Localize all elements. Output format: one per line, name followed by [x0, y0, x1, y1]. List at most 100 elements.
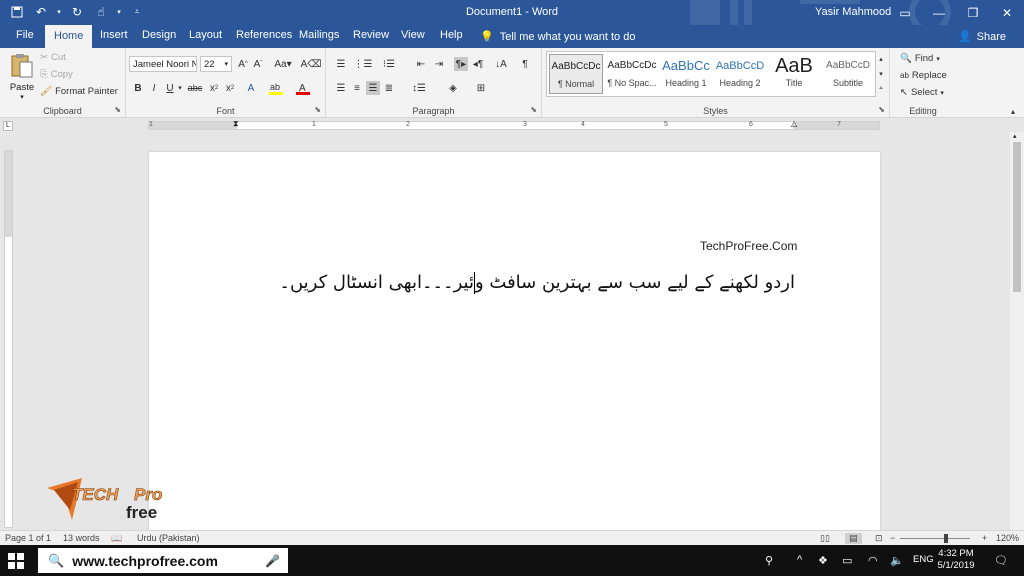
increase-indent-icon[interactable]: ⇥ [432, 57, 446, 71]
tab-home[interactable]: Home [45, 25, 93, 48]
input-language[interactable]: ENG [913, 554, 934, 565]
web-layout-icon[interactable]: ⊡ [875, 533, 883, 544]
indent-marker-icon[interactable]: ⧗ [233, 119, 239, 129]
collapse-ribbon-icon[interactable]: ▴ [1006, 104, 1020, 118]
people-icon[interactable]: ⚲ [765, 554, 773, 567]
ltr-icon[interactable]: ¶▸ [454, 57, 468, 71]
styles-scroll-up-icon[interactable]: ▴ [874, 52, 888, 66]
paste-button[interactable]: Paste ▾ [8, 53, 36, 101]
restore-icon[interactable]: ❐ [956, 0, 990, 25]
zoom-slider-thumb[interactable] [944, 534, 948, 543]
taskbar-search[interactable]: 🔍 www.techprofree.com 🎤 [38, 548, 288, 573]
tab-mailings[interactable]: Mailings [299, 29, 339, 41]
tab-review[interactable]: Review [353, 29, 389, 41]
page-count[interactable]: Page 1 of 1 [5, 533, 51, 543]
wifi-icon[interactable]: ◠ [868, 554, 878, 567]
bullets-icon[interactable]: ☰ [334, 57, 348, 71]
language-status[interactable]: Urdu (Pakistan) [137, 533, 200, 543]
vertical-scrollbar[interactable]: ▴ [1010, 132, 1024, 530]
tray-expand-icon[interactable]: ^ [797, 554, 802, 566]
right-indent-marker-icon[interactable]: △ [791, 119, 797, 128]
superscript-icon[interactable]: x2 [223, 81, 237, 95]
tab-view[interactable]: View [401, 29, 425, 41]
italic-icon[interactable]: I [147, 81, 161, 95]
document-page[interactable]: TechProFree.Com اردو لکھنے کے لیے سب سے … [149, 152, 880, 532]
styles-scroll-down-icon[interactable]: ▾ [874, 67, 888, 81]
style-subtitle[interactable]: AaBbCcD Subtitle [821, 54, 875, 94]
ribbon-display-icon[interactable]: ▭ [888, 0, 922, 25]
line-spacing-icon[interactable]: ↕☰ [412, 81, 426, 95]
highlight-icon[interactable]: ab [269, 81, 283, 95]
style-title[interactable]: AaB Title [767, 54, 821, 94]
proofing-icon[interactable]: 📖 [111, 533, 122, 544]
horizontal-ruler[interactable]: 1 1 2 3 4 5 6 7 ⧗ △ [148, 119, 880, 130]
format-painter-button[interactable]: 🖌 Format Painter [40, 86, 118, 97]
clock[interactable]: 4:32 PM 5/1/2019 [936, 548, 976, 572]
numbering-icon[interactable]: ⋮☰ [354, 57, 373, 71]
sort-icon[interactable]: ↓A [494, 57, 508, 71]
style-no-spacing[interactable]: AaBbCcDc ¶ No Spac... [605, 54, 659, 94]
style-heading-1[interactable]: AaBbCc Heading 1 [659, 54, 713, 94]
align-center-icon[interactable]: ≡ [350, 81, 364, 95]
underline-dropdown-icon[interactable]: ▾ [173, 81, 187, 95]
tab-layout[interactable]: Layout [189, 29, 222, 41]
find-button[interactable]: 🔍 Find ▾ [900, 53, 940, 64]
microphone-icon[interactable]: 🎤 [265, 554, 280, 568]
clipboard-launcher-icon[interactable]: ⬊ [114, 105, 121, 114]
battery-icon[interactable]: ▭ [842, 554, 852, 567]
word-count[interactable]: 13 words [63, 533, 100, 543]
tab-help[interactable]: Help [440, 29, 463, 41]
copy-button[interactable]: ⎘ Copy [40, 69, 73, 80]
zoom-slider[interactable] [900, 538, 970, 539]
clear-formatting-icon[interactable]: A⌫ [301, 57, 322, 71]
shading-icon[interactable]: ◈ [446, 81, 460, 95]
show-marks-icon[interactable]: ¶ [518, 57, 532, 71]
replace-button[interactable]: ab Replace [900, 70, 947, 81]
bold-icon[interactable]: B [131, 81, 145, 95]
font-name-box[interactable]: Jameel Noori N▾ [129, 56, 197, 72]
tab-file[interactable]: File [16, 29, 34, 41]
vertical-ruler[interactable] [4, 150, 13, 528]
print-layout-icon[interactable]: ▤ [845, 533, 862, 544]
zoom-in-icon[interactable]: + [982, 533, 987, 543]
read-mode-icon[interactable]: ▯▯ [820, 533, 830, 544]
urdu-text-line[interactable]: اردو لکھنے کے لیے سب سے بہترین سافٹ وئیر… [279, 272, 795, 294]
font-launcher-icon[interactable]: ⬊ [314, 105, 321, 114]
shrink-font-icon[interactable]: Aˇ [251, 57, 265, 71]
justify-icon[interactable]: ≣ [382, 81, 396, 95]
tab-selector-icon[interactable]: L [3, 121, 13, 131]
select-button[interactable]: ↖ Select ▾ [900, 87, 944, 98]
dropbox-icon[interactable]: ❖ [818, 554, 828, 567]
volume-icon[interactable]: 🔈 [890, 554, 904, 567]
tell-me-box[interactable]: 💡 Tell me what you want to do [480, 30, 635, 44]
strikethrough-icon[interactable]: abc [186, 81, 204, 95]
align-left-icon[interactable]: ☰ [334, 81, 348, 95]
paste-dropdown-icon[interactable]: ▾ [8, 93, 36, 101]
decrease-indent-icon[interactable]: ⇤ [414, 57, 428, 71]
windows-start-icon[interactable] [8, 553, 24, 569]
align-right-icon[interactable]: ☰ [366, 81, 380, 95]
borders-icon[interactable]: ⊞ [474, 81, 488, 95]
zoom-out-icon[interactable]: − [890, 533, 895, 543]
close-icon[interactable]: ✕ [990, 0, 1024, 25]
style-normal[interactable]: AaBbCcDc ¶ Normal [549, 54, 603, 94]
share-button[interactable]: 👤 Share [958, 30, 1006, 44]
styles-launcher-icon[interactable]: ⬊ [878, 105, 885, 114]
change-case-icon[interactable]: Aa▾ [273, 57, 293, 71]
paragraph-launcher-icon[interactable]: ⬊ [530, 105, 537, 114]
minimize-icon[interactable]: — [922, 0, 956, 25]
subscript-icon[interactable]: x2 [207, 81, 221, 95]
text-effects-icon[interactable]: A [244, 81, 258, 95]
rtl-icon[interactable]: ◂¶ [471, 57, 485, 71]
multilevel-list-icon[interactable]: ⁝☰ [382, 57, 396, 71]
user-name[interactable]: Yasir Mahmood [815, 6, 891, 18]
zoom-level[interactable]: 120% [996, 533, 1019, 543]
tab-references[interactable]: References [236, 29, 292, 41]
tab-design[interactable]: Design [142, 29, 176, 41]
scrollbar-thumb[interactable] [1013, 142, 1021, 292]
notifications-icon[interactable]: 🗨 [994, 554, 1008, 567]
font-color-icon[interactable]: A [296, 81, 310, 95]
styles-more-icon[interactable]: ⩡ [874, 82, 888, 96]
style-heading-2[interactable]: AaBbCcD Heading 2 [713, 54, 767, 94]
grow-font-icon[interactable]: A ^ [236, 57, 250, 71]
